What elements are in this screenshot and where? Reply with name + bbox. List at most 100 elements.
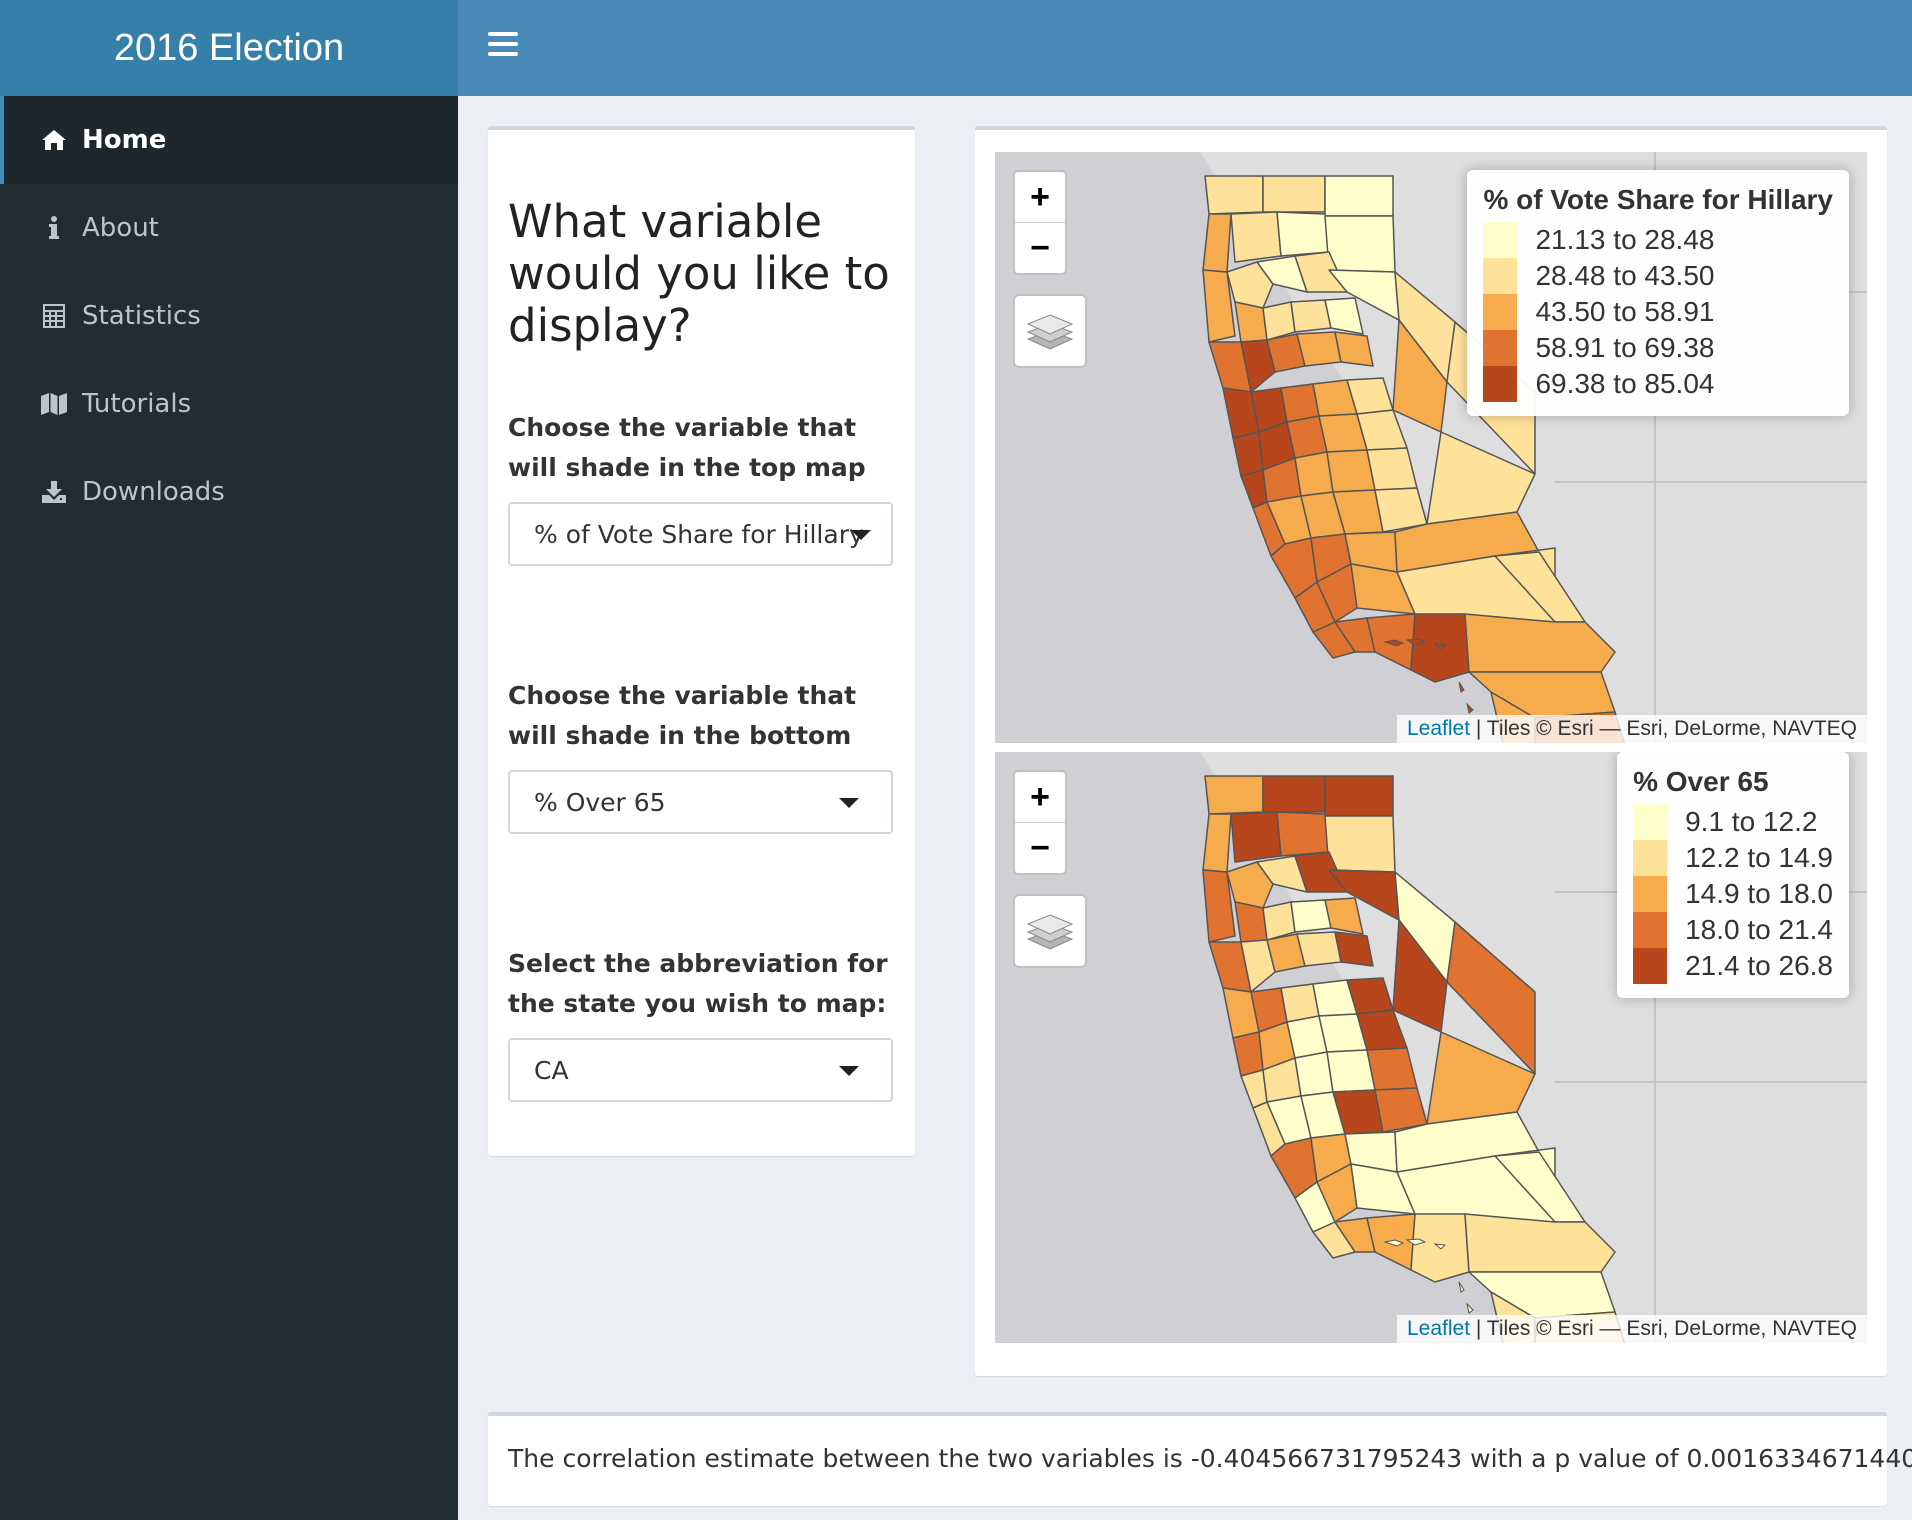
top-navbar [458,0,1912,96]
county-shape[interactable] [1296,931,1342,967]
home-icon [32,129,76,151]
legend-row: 21.13 to 28.48 [1483,222,1833,258]
sidebar-item-label: Home [82,125,167,155]
county-shape[interactable] [1262,775,1326,813]
correlation-text: The correlation estimate between the two… [508,1444,1912,1473]
sidebar-item-home[interactable]: Home [0,96,458,184]
sidebar-item-label: Statistics [82,301,201,331]
legend-title: % of Vote Share for Hillary [1483,184,1833,215]
state-select-label: Select the abbreviation for the state yo… [508,949,888,1018]
leaflet-link[interactable]: Leaflet [1407,1317,1470,1340]
county-shape[interactable] [1230,811,1282,863]
legend-swatch [1633,876,1668,912]
top-map-variable-select[interactable]: % of Vote Share for Hillary [508,502,893,566]
state-select[interactable]: CA [508,1038,893,1102]
bottom-map[interactable]: + − % Over 65 9.1 to 12.2 12.2 to 14.9 1… [995,752,1867,1343]
top-map[interactable]: + − % of Vote Share for Hillary 21.13 to… [995,152,1867,743]
correlation-panel: The correlation estimate between the two… [488,1412,1912,1506]
map-attribution: Leaflet | Tiles © Esri — Esri, DeLorme, … [1396,1315,1867,1343]
sidebar-item-downloads[interactable]: Downloads [0,448,458,536]
county-shape[interactable] [1204,775,1264,815]
zoom-in-button[interactable]: + [1015,772,1065,823]
legend-label: 58.91 to 69.38 [1535,332,1715,363]
county-shape[interactable] [1234,901,1268,943]
zoom-in-button[interactable]: + [1015,172,1065,223]
legend-swatch [1483,258,1518,294]
legend-label: 21.13 to 28.48 [1535,224,1715,255]
county-shape[interactable] [1324,175,1394,217]
maps-panel: + − % of Vote Share for Hillary 21.13 to… [975,126,1887,1376]
legend-swatch [1483,330,1518,366]
county-shape[interactable] [1334,931,1374,967]
legend-swatch [1483,222,1518,258]
top-map-variable-label: Choose the variable that will shade in t… [508,413,866,482]
legend-row: 58.91 to 69.38 [1483,330,1833,366]
county-shape[interactable] [1280,383,1320,423]
legend-label: 9.1 to 12.2 [1685,806,1818,837]
county-shape[interactable] [1280,983,1320,1023]
legend-label: 18.0 to 21.4 [1685,914,1833,945]
zoom-out-button[interactable]: − [1015,223,1065,273]
legend-row: 28.48 to 43.50 [1483,258,1833,294]
legend-row: 9.1 to 12.2 [1633,804,1833,840]
county-shape[interactable] [1324,815,1396,873]
county-shape[interactable] [1324,215,1396,273]
legend-swatch [1483,294,1518,330]
legend-label: 69.38 to 85.04 [1535,368,1715,399]
layers-icon[interactable] [1013,894,1087,968]
legend-row: 43.50 to 58.91 [1483,294,1833,330]
legend-swatch [1633,804,1668,840]
leaflet-link[interactable]: Leaflet [1407,717,1470,740]
select-value: % of Vote Share for Hillary [534,520,864,549]
bottom-map-legend: % Over 65 9.1 to 12.2 12.2 to 14.9 14.9 … [1617,752,1849,998]
legend-row: 21.4 to 26.8 [1633,948,1833,984]
zoom-out-button[interactable]: − [1015,823,1065,873]
county-shape[interactable] [1230,211,1282,263]
county-shape[interactable] [1334,331,1374,367]
sidebar: Home About Statistics Tutorials Download… [0,96,458,1520]
county-shape[interactable] [1204,175,1264,215]
caret-down-icon [839,798,859,808]
layers-icon[interactable] [1013,294,1087,368]
legend-label: 12.2 to 14.9 [1685,842,1833,873]
sidebar-item-about[interactable]: About [0,184,458,272]
county-shape[interactable] [1296,331,1342,367]
county-shape[interactable] [1262,175,1326,213]
zoom-control: + − [1013,770,1067,875]
caret-down-icon [839,1066,859,1076]
legend-title: % Over 65 [1633,766,1769,797]
zoom-control: + − [1013,170,1067,275]
attribution-text: | Tiles © Esri — Esri, DeLorme, NAVTEQ [1470,1317,1857,1340]
legend-row: 14.9 to 18.0 [1633,876,1833,912]
map-attribution: Leaflet | Tiles © Esri — Esri, DeLorme, … [1396,715,1867,743]
legend-swatch [1633,912,1668,948]
attribution-text: | Tiles © Esri — Esri, DeLorme, NAVTEQ [1470,717,1857,740]
map-icon [32,392,76,416]
legend-row: 12.2 to 14.9 [1633,840,1833,876]
county-shape[interactable] [1324,775,1394,817]
top-map-legend: % of Vote Share for Hillary 21.13 to 28.… [1467,170,1849,416]
legend-row: 18.0 to 21.4 [1633,912,1833,948]
app-title: 2016 Election [0,0,458,96]
county-shape[interactable] [1276,811,1330,857]
calculator-icon [32,303,76,329]
county-shape[interactable] [1234,301,1268,343]
county-shape[interactable] [1290,899,1332,933]
sidebar-item-label: Downloads [82,477,225,507]
legend-swatch [1483,366,1518,402]
hamburger-icon[interactable] [488,32,518,62]
caret-down-icon [851,530,871,540]
download-icon [32,480,76,504]
sidebar-item-statistics[interactable]: Statistics [0,272,458,360]
county-shape[interactable] [1276,211,1330,257]
sidebar-item-label: About [82,213,159,243]
legend-label: 21.4 to 26.8 [1685,950,1833,981]
sidebar-item-label: Tutorials [82,389,192,419]
legend-label: 14.9 to 18.0 [1685,878,1833,909]
county-shape[interactable] [1290,299,1332,333]
sidebar-item-tutorials[interactable]: Tutorials [0,360,458,448]
select-value: % Over 65 [534,788,666,817]
bottom-map-variable-select[interactable]: % Over 65 [508,770,893,834]
legend-swatch [1633,948,1668,984]
controls-panel: What variable would you like to display?… [488,126,915,1156]
